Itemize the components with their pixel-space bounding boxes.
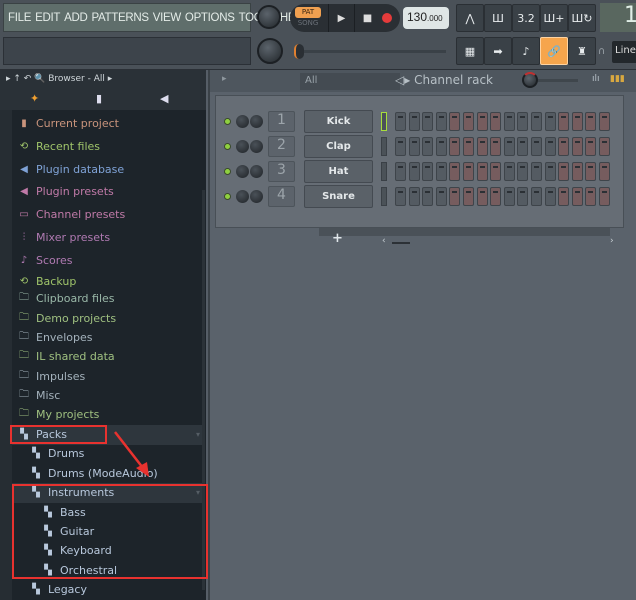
annotation-arrow (114, 431, 149, 477)
